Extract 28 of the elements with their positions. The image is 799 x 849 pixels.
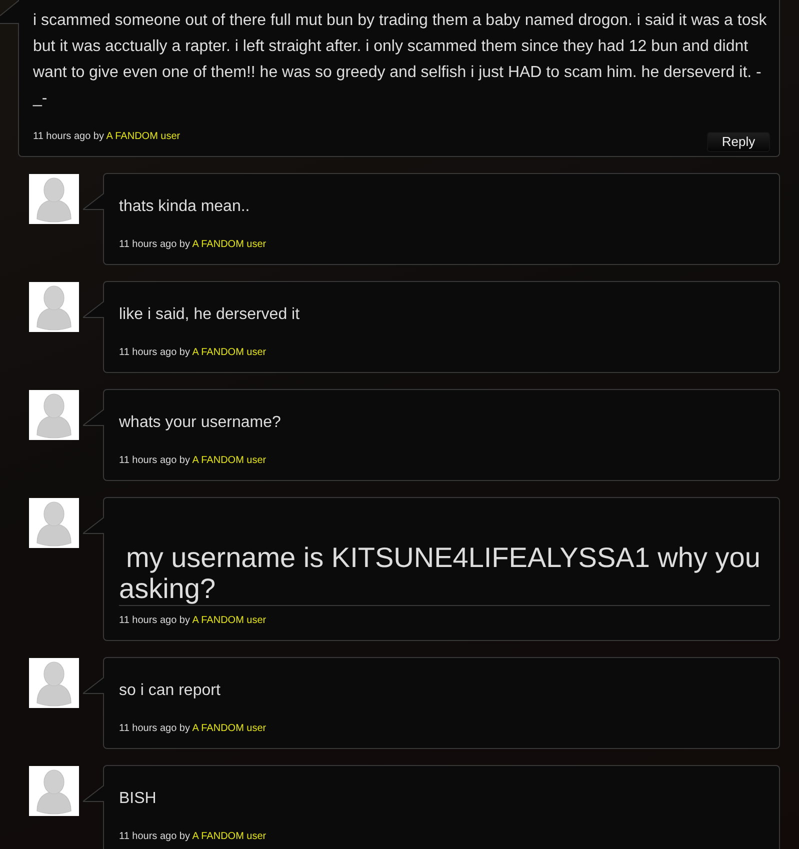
reply-text: whats your username? xyxy=(119,413,282,433)
comment-timestamp: 11 hours ago by xyxy=(119,455,190,466)
reply-heading: my username is KITSUNE4LIFEALYSSA1 why you asking? xyxy=(119,542,770,606)
comment-timestamp: 11 hours ago by xyxy=(119,347,190,358)
avatar-silhouette-icon xyxy=(29,498,79,548)
avatar-silhouette-icon xyxy=(29,174,79,224)
reply-button[interactable]: Reply xyxy=(707,132,770,152)
comment-text: i scammed someone out of there full mut bun by trading them a baby named drogon. i said it was a tosk but it was acctually a rapter. i left straight after. i only scammed them since they had 12 bun and didnt want to give even one of them!! he was so greedy and selfish i just HAD to scam him. he derseverd it. -_- xyxy=(33,11,768,109)
avatar-silhouette-icon xyxy=(29,658,79,708)
reply-text: so i can report xyxy=(119,681,222,701)
author-link[interactable]: A FANDOM user xyxy=(192,723,266,734)
comment-timestamp: 11 hours ago by xyxy=(119,723,190,734)
avatar-silhouette-icon xyxy=(29,766,79,816)
author-link[interactable]: A FANDOM user xyxy=(192,347,266,358)
avatar-silhouette-icon xyxy=(29,282,79,332)
comment-timestamp: 11 hours ago by xyxy=(33,131,104,142)
author-link[interactable]: A FANDOM user xyxy=(192,239,266,250)
author-link[interactable]: A FANDOM user xyxy=(192,455,266,466)
author-link[interactable]: A FANDOM user xyxy=(192,831,266,842)
author-link[interactable]: A FANDOM user xyxy=(192,615,266,626)
author-link[interactable]: A FANDOM user xyxy=(106,131,180,142)
comment-timestamp: 11 hours ago by xyxy=(119,239,190,250)
reply-text: like i said, he derserved it xyxy=(119,305,301,325)
comment-timestamp: 11 hours ago by xyxy=(119,831,190,842)
comment-timestamp: 11 hours ago by xyxy=(119,615,190,626)
reply-text: thats kinda mean.. xyxy=(119,197,251,217)
avatar-silhouette-icon xyxy=(29,390,79,440)
reply-text: BISH xyxy=(119,789,158,809)
